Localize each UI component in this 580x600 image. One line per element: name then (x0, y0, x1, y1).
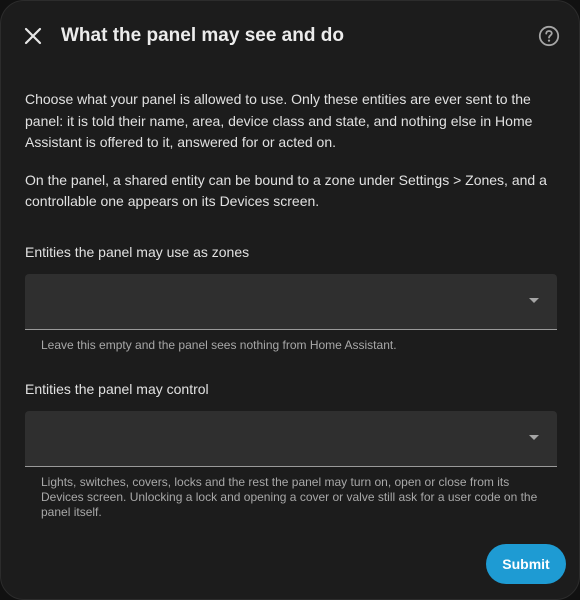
submit-button[interactable]: Submit (486, 544, 566, 584)
zones-field-helper: Leave this empty and the panel sees noth… (41, 337, 397, 352)
help-button[interactable] (531, 18, 567, 54)
help-circle-icon (538, 25, 560, 47)
zones-entity-select[interactable] (25, 273, 557, 330)
control-field: Entities the panel may control Lights, s… (25, 379, 557, 520)
control-field-helper: Lights, switches, covers, locks and the … (41, 474, 538, 519)
zones-field: Entities the panel may use as zones Leav… (25, 242, 557, 353)
dialog-title: What the panel may see and do (61, 25, 344, 46)
control-field-label: Entities the panel may control (25, 380, 209, 397)
zones-field-label: Entities the panel may use as zones (25, 243, 250, 260)
dropdown-arrow-icon (529, 434, 539, 440)
control-entity-select[interactable] (25, 410, 557, 467)
intro-paragraph-1: Choose what your panel is allowed to use… (25, 91, 533, 150)
dialog: What the panel may see and do Choose wha… (0, 0, 580, 600)
dialog-header: What the panel may see and do (1, 1, 579, 71)
intro-paragraph-2: On the panel, a shared entity can be bou… (25, 171, 547, 210)
dialog-content: Choose what your panel is allowed to use… (25, 89, 557, 520)
close-button[interactable] (15, 18, 51, 54)
close-icon (24, 27, 42, 45)
dropdown-arrow-icon (529, 297, 539, 303)
